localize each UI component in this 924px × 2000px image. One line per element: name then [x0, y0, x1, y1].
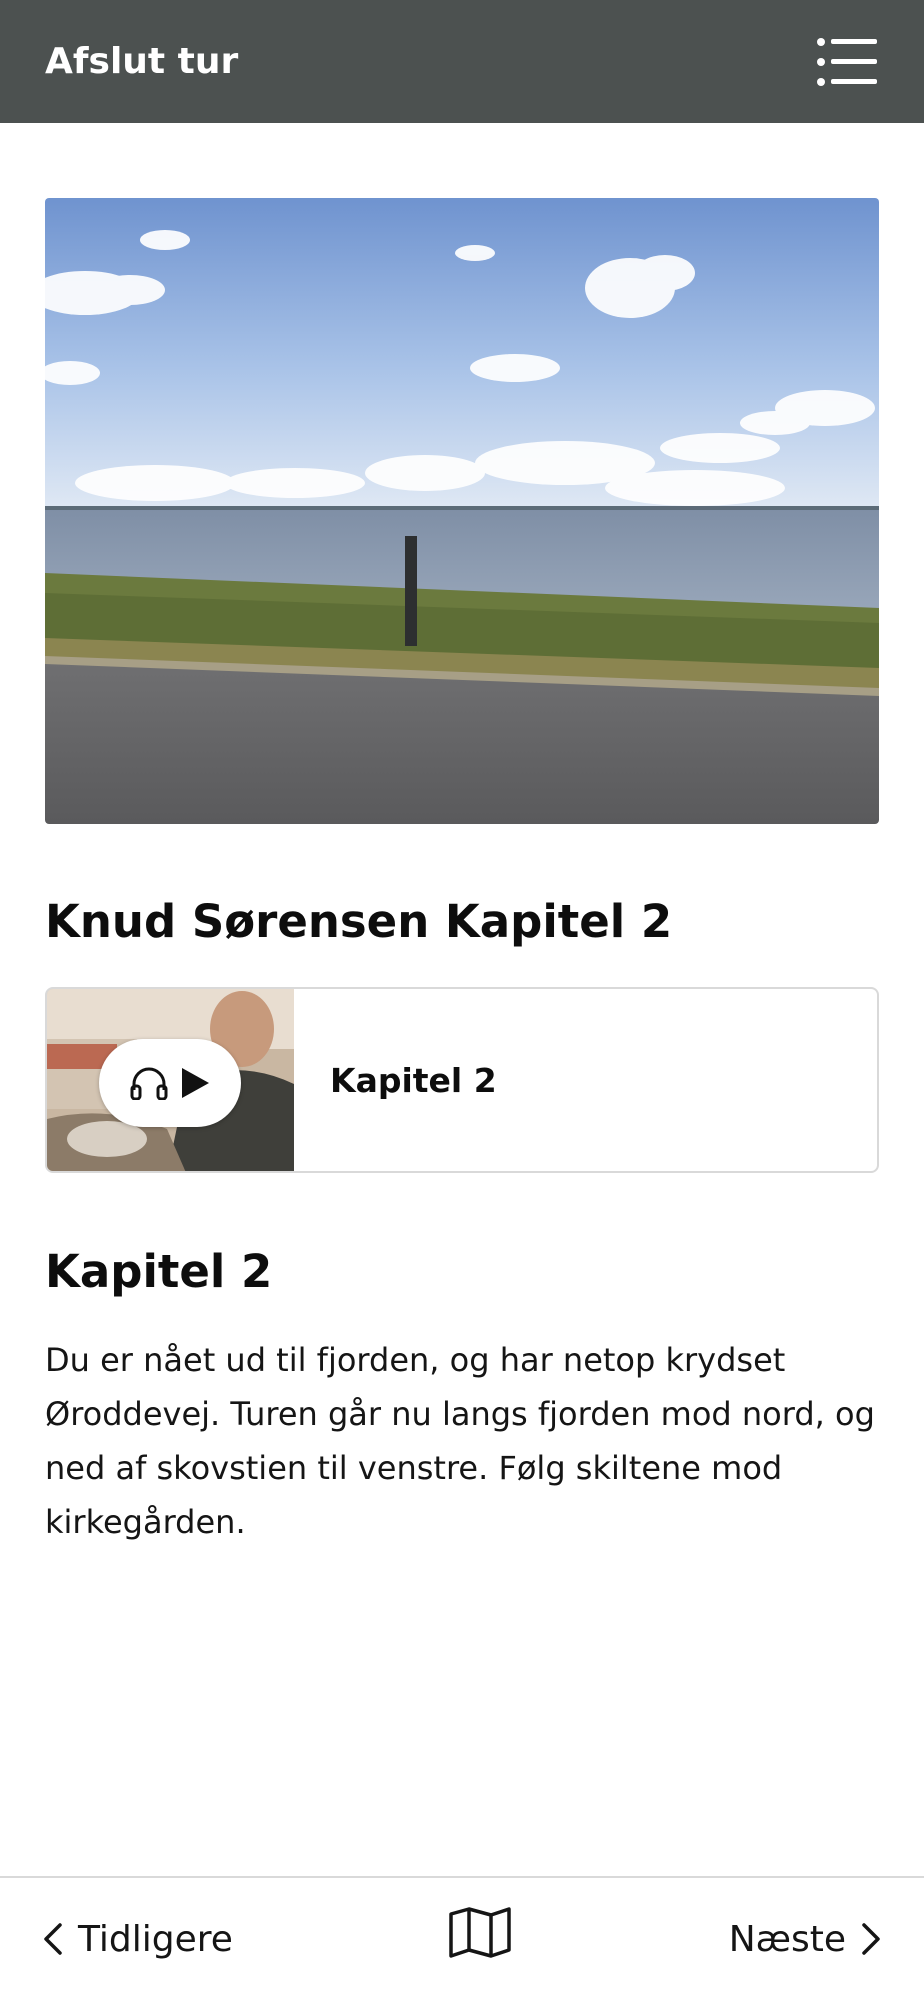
play-audio-button[interactable] — [99, 1039, 241, 1127]
next-label: Næste — [728, 1918, 846, 1960]
chevron-right-icon — [862, 1923, 880, 1955]
menu-button[interactable] — [815, 32, 879, 92]
fjord-landscape-photo — [45, 198, 879, 824]
map-button[interactable] — [448, 1906, 512, 1966]
chevron-left-icon — [44, 1923, 62, 1955]
audio-chapter-card[interactable]: Kapitel 2 — [45, 987, 879, 1173]
play-icon — [182, 1068, 209, 1098]
end-tour-button[interactable]: Afslut tur — [45, 41, 238, 82]
chapter-title: Kapitel 2 — [45, 1245, 273, 1298]
audio-thumbnail — [47, 989, 294, 1171]
audio-chapter-label: Kapitel 2 — [330, 1060, 497, 1100]
next-button[interactable]: Næste — [729, 1919, 884, 1960]
tour-title: Knud Sørensen Kapitel 2 — [45, 895, 673, 948]
map-icon — [449, 1907, 511, 1958]
top-bar: Afslut tur — [0, 0, 924, 123]
list-menu-icon — [817, 37, 877, 86]
bottom-navigation: Tidligere Næste — [0, 1876, 924, 2000]
previous-button[interactable]: Tidligere — [40, 1919, 233, 1960]
tour-hero-image — [45, 198, 879, 824]
chapter-description: Du er nået ud til fjorden, og har netop … — [45, 1341, 875, 1541]
previous-label: Tidligere — [78, 1918, 233, 1960]
headphones-icon — [130, 1067, 168, 1100]
